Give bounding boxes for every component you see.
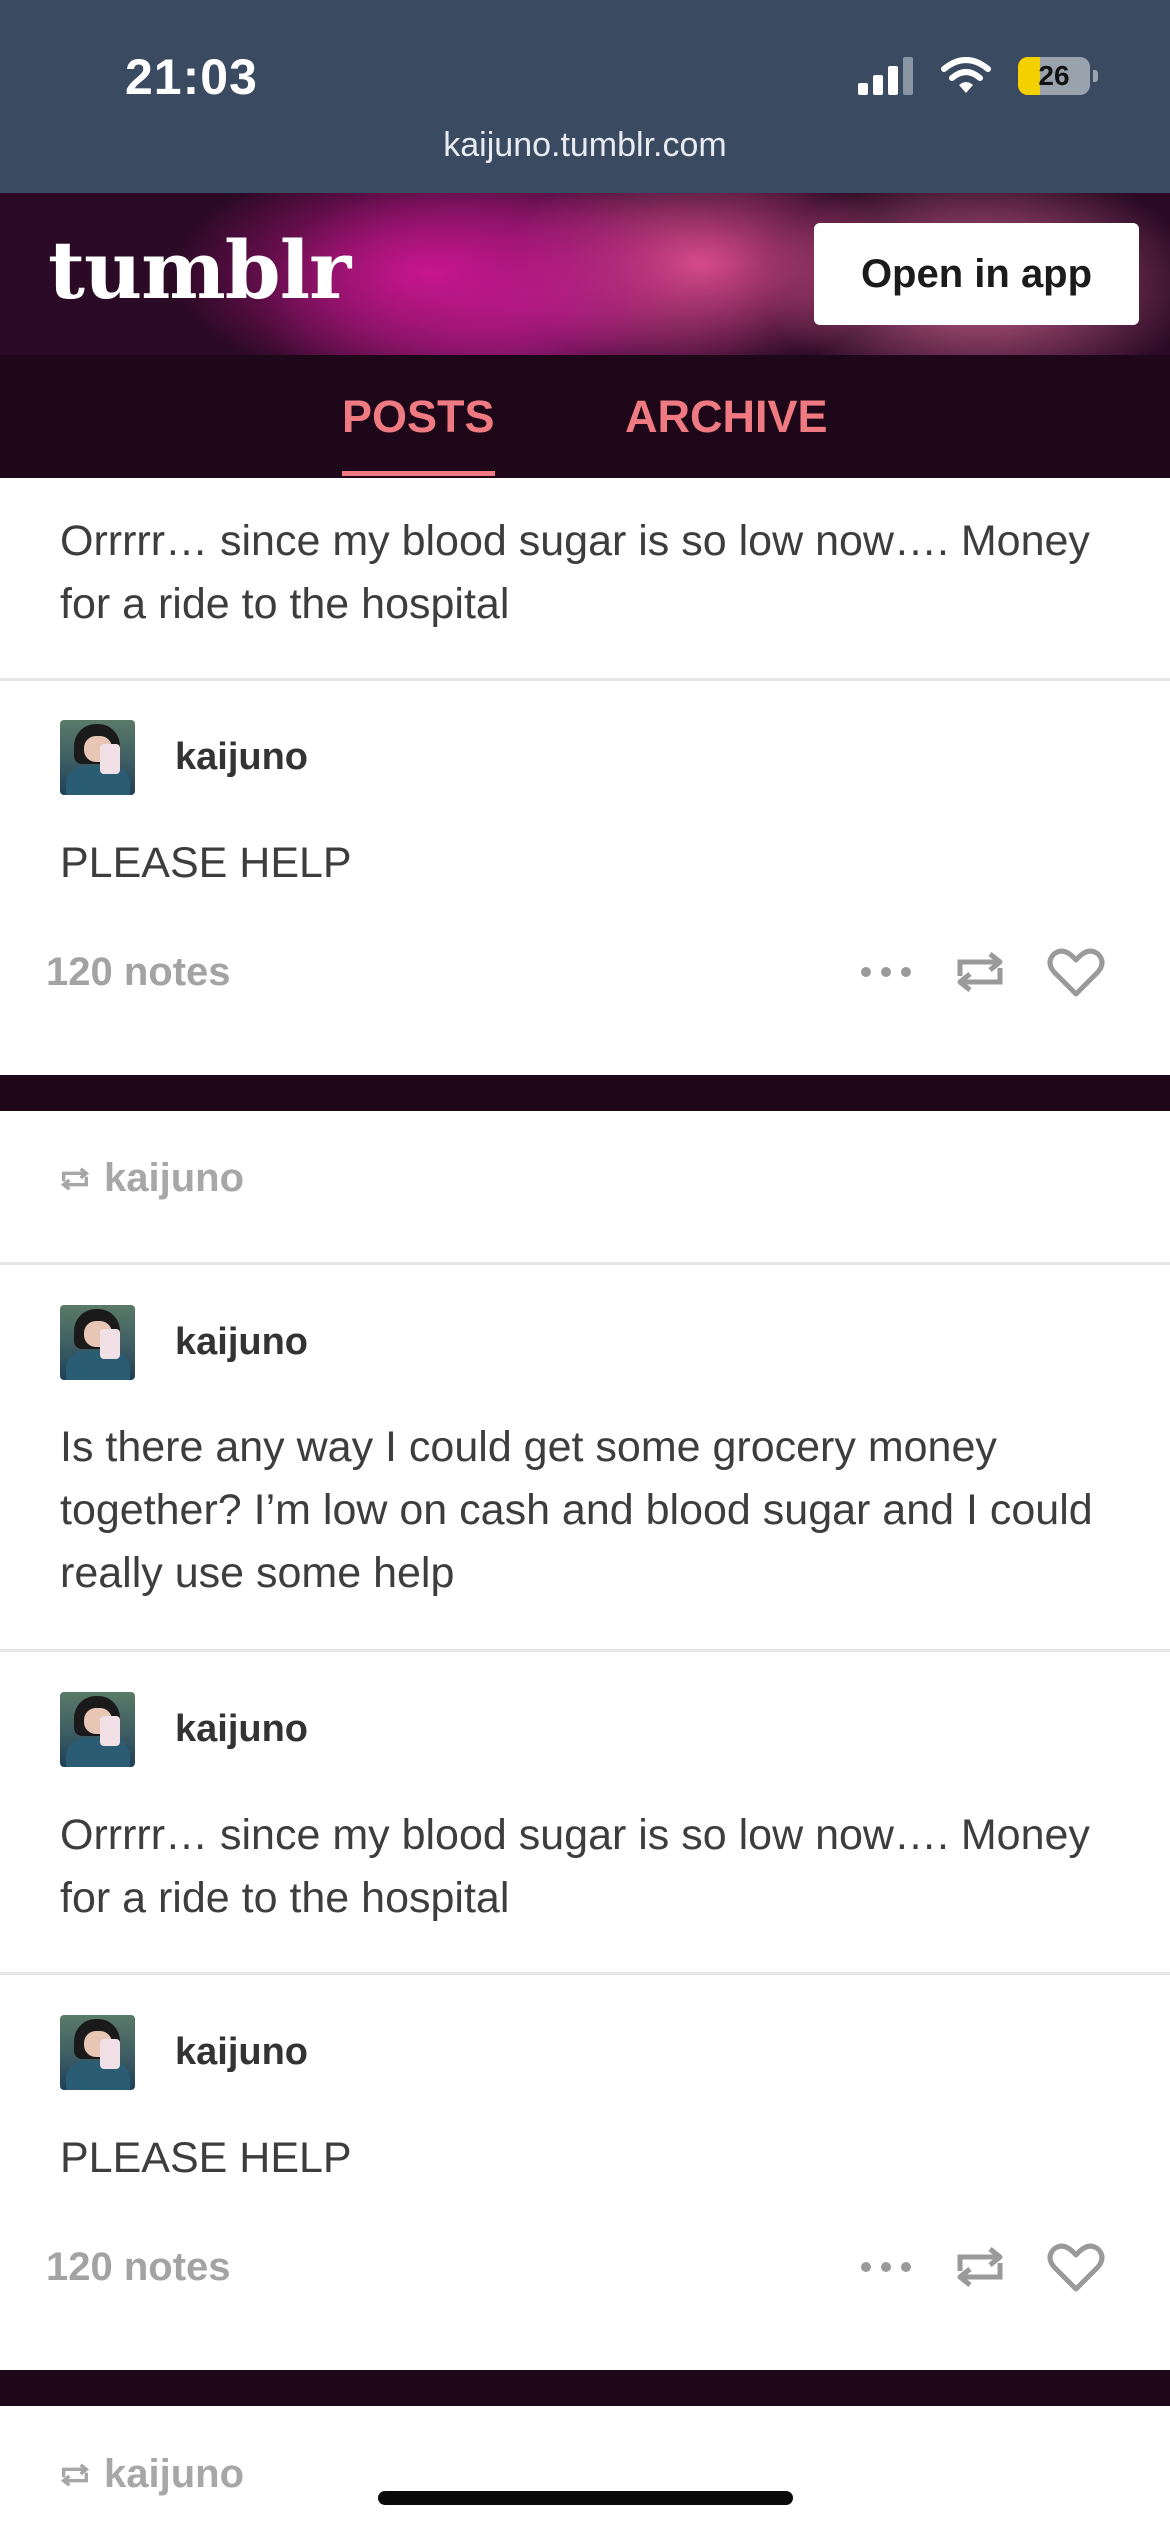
post-username[interactable]: kaijuno: [175, 1708, 308, 1751]
tab-archive-label: ARCHIVE: [625, 391, 828, 442]
post-text-top: Orrrrr… since my blood sugar is so low n…: [60, 517, 1090, 628]
divider: [0, 678, 1170, 681]
reblog-icon: [60, 1166, 90, 1191]
avatar[interactable]: [60, 2015, 135, 2090]
battery-level: 26: [1038, 60, 1070, 91]
status-bar: 21:03 26 kaijuno.tumblr.com: [0, 0, 1170, 193]
more-icon[interactable]: [858, 2237, 914, 2297]
reblog-username: kaijuno: [104, 2452, 245, 2496]
post-text: PLEASE HELP: [60, 2134, 352, 2182]
reblog-attribution[interactable]: kaijuno: [58, 1156, 244, 1201]
notes-count[interactable]: 120 notes: [46, 950, 231, 995]
blog-tabs: POSTS ARCHIVE: [0, 355, 1170, 478]
more-icon[interactable]: [858, 942, 914, 1002]
url-bar[interactable]: kaijuno.tumblr.com: [0, 126, 1170, 165]
heart-icon[interactable]: [1046, 2237, 1106, 2297]
status-time: 21:03: [125, 49, 258, 105]
tumblr-logo[interactable]: tumblr: [48, 223, 351, 317]
divider: [0, 1972, 1170, 1975]
wifi-icon: [941, 57, 991, 93]
blog-header: tumblr Open in app: [0, 193, 1170, 355]
battery-icon: 26: [1018, 57, 1098, 95]
post-header: kaijuno: [60, 2015, 308, 2090]
post-text: Is there any way I could get some grocer…: [60, 1423, 1093, 1597]
post-actions: [858, 2237, 1106, 2297]
post-text: Orrrrr… since my blood sugar is so low n…: [60, 1811, 1090, 1922]
notes-count[interactable]: 120 notes: [46, 2245, 231, 2290]
open-in-app-button[interactable]: Open in app: [814, 223, 1139, 325]
post-username[interactable]: kaijuno: [175, 736, 308, 779]
reblog-icon: [60, 2462, 90, 2487]
post-separator: [0, 1075, 1170, 1111]
tab-posts-label: POSTS: [342, 391, 495, 442]
tab-archive[interactable]: ARCHIVE: [625, 391, 828, 443]
reblog-icon[interactable]: [950, 942, 1010, 1002]
reblog-username: kaijuno: [104, 1156, 245, 1200]
avatar[interactable]: [60, 1305, 135, 1380]
avatar[interactable]: [60, 720, 135, 795]
post-separator: [0, 2370, 1170, 2406]
post-header: kaijuno: [60, 1692, 308, 1767]
home-indicator[interactable]: [378, 2491, 793, 2505]
post-header: kaijuno: [60, 720, 308, 795]
reblog-attribution[interactable]: kaijuno: [58, 2452, 244, 2497]
post-username[interactable]: kaijuno: [175, 2031, 308, 2074]
divider: [0, 1262, 1170, 1265]
reblog-icon[interactable]: [950, 2237, 1010, 2297]
signal-icon: [858, 57, 913, 95]
divider: [0, 1649, 1170, 1652]
heart-icon[interactable]: [1046, 942, 1106, 1002]
avatar[interactable]: [60, 1692, 135, 1767]
post-text: PLEASE HELP: [60, 839, 352, 887]
post-actions: [858, 942, 1106, 1002]
status-icons: 26: [858, 56, 1098, 96]
tab-posts[interactable]: POSTS: [342, 391, 495, 476]
post-header: kaijuno: [60, 1305, 308, 1380]
active-tab-underline: [342, 471, 495, 476]
post-username[interactable]: kaijuno: [175, 1321, 308, 1364]
